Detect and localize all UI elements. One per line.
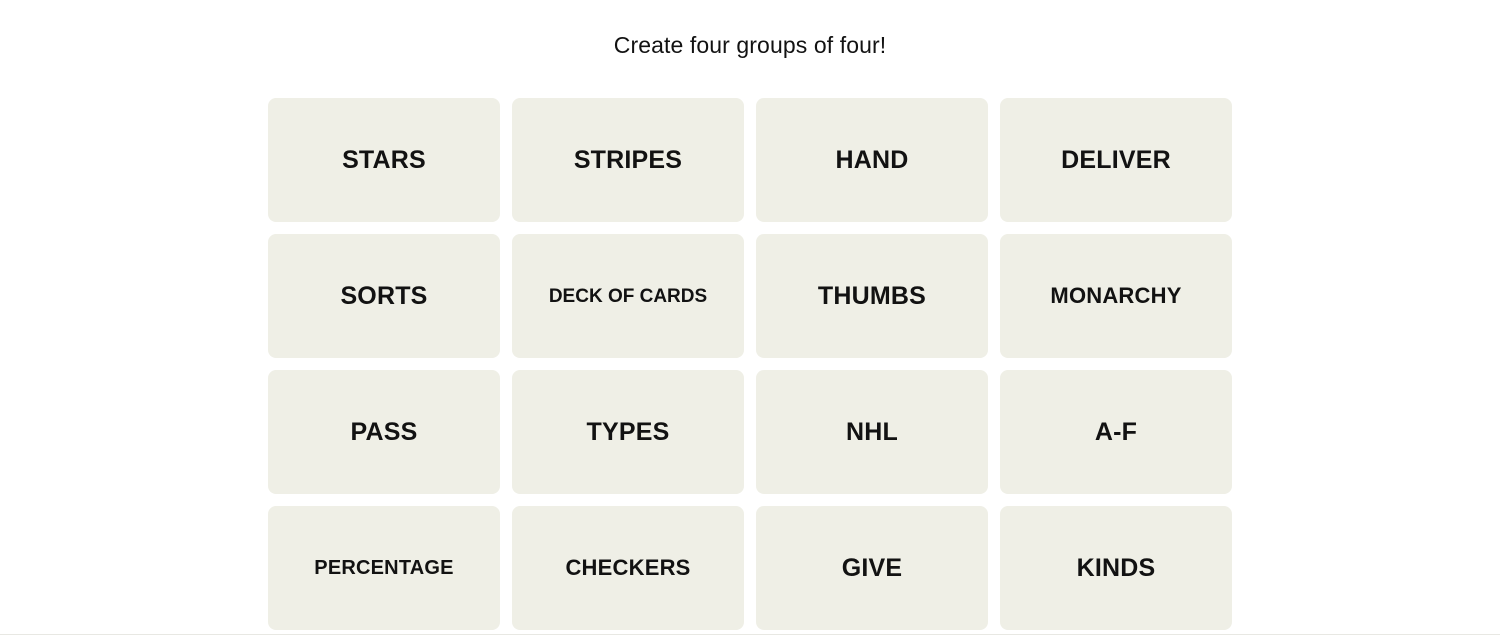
word-tile-label: THUMBS xyxy=(817,281,927,310)
word-tile[interactable]: SORTS xyxy=(268,234,500,358)
word-tile[interactable]: MONARCHY xyxy=(1000,234,1232,358)
word-tile-label: DECK OF CARDS xyxy=(548,285,708,307)
connections-game-page: Create four groups of four! STARS STRIPES… xyxy=(0,0,1500,638)
instruction-bar: Create four groups of four! xyxy=(0,0,1500,92)
word-tile[interactable]: STRIPES xyxy=(512,98,744,222)
word-tile-label: SORTS xyxy=(340,281,428,310)
word-grid: STARS STRIPES HAND DELIVER SORTS DECK OF CARD… xyxy=(268,98,1232,630)
word-tile-label: DELIVER xyxy=(1061,145,1171,174)
word-tile-label: MONARCHY xyxy=(1050,283,1182,308)
bottom-divider xyxy=(0,634,1500,635)
word-tile[interactable]: PERCENTAGE xyxy=(268,506,500,630)
word-tile-label: STRIPES xyxy=(573,145,683,174)
word-tile[interactable]: GIVE xyxy=(756,506,988,630)
word-tile[interactable]: THUMBS xyxy=(756,234,988,358)
instruction-text: Create four groups of four! xyxy=(613,32,887,59)
word-tile-label: KINDS xyxy=(1076,553,1156,582)
word-tile[interactable]: STARS xyxy=(268,98,500,222)
word-tile-label: NHL xyxy=(846,417,898,446)
word-tile-label: GIVE xyxy=(841,553,903,582)
word-tile[interactable]: KINDS xyxy=(1000,506,1232,630)
word-tile[interactable]: NHL xyxy=(756,370,988,494)
word-tile[interactable]: TYPES xyxy=(512,370,744,494)
word-tile-label: TYPES xyxy=(586,417,670,446)
word-tile[interactable]: HAND xyxy=(756,98,988,222)
word-tile[interactable]: DELIVER xyxy=(1000,98,1232,222)
word-tile-label: CHECKERS xyxy=(565,555,691,580)
word-tile-label: PERCENTAGE xyxy=(314,557,454,579)
word-tile-label: PASS xyxy=(350,417,418,446)
word-tile[interactable]: A-F xyxy=(1000,370,1232,494)
word-tile-label: A-F xyxy=(1094,417,1138,446)
word-tile[interactable]: PASS xyxy=(268,370,500,494)
word-tile[interactable]: CHECKERS xyxy=(512,506,744,630)
word-tile[interactable]: DECK OF CARDS xyxy=(512,234,744,358)
word-tile-label: STARS xyxy=(342,145,426,174)
word-tile-label: HAND xyxy=(835,145,909,174)
